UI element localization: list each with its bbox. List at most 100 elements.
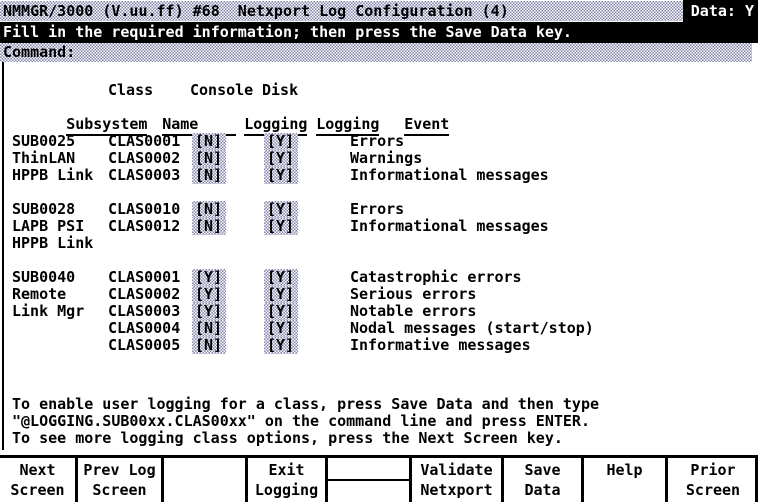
disk-logging-field[interactable]: [Y] — [264, 218, 298, 235]
event-description: Notable errors — [350, 302, 477, 320]
function-key-save-data[interactable]: Save Data — [504, 458, 584, 502]
console-logging-field[interactable]: [N] — [192, 218, 226, 235]
console-logging-field[interactable]: [N] — [192, 201, 226, 218]
disk-logging-field-value: [Y] — [267, 303, 295, 320]
function-key-label-line2 — [364, 480, 373, 500]
class-name-cell: CLAS0003 — [108, 166, 181, 184]
function-key-label-line1: Prev Log — [83, 461, 156, 479]
console-logging-field-value: [N] — [195, 201, 223, 218]
event-description: Nodal messages (start/stop) — [350, 319, 594, 337]
subsystem-name: HPPB Link — [12, 166, 94, 184]
event-description: Errors — [350, 200, 405, 218]
console-logging-field[interactable]: [N] — [192, 133, 226, 150]
class-name-cell: CLAS0001 — [108, 132, 181, 150]
disk-logging-field-value: [Y] — [267, 201, 295, 218]
class-name-cell: CLAS0005 — [108, 336, 181, 354]
function-key-next-screen[interactable]: Next Screen — [0, 458, 78, 502]
subsystem-name: ThinLAN — [12, 149, 76, 167]
event-description: Informational messages — [350, 166, 549, 184]
subsystem-name: SUB0025 — [12, 132, 76, 150]
function-key-label-line1 — [200, 460, 209, 480]
function-key-empty-3[interactable] — [164, 458, 248, 502]
disk-logging-field[interactable]: [Y] — [264, 201, 298, 218]
disk-logging-field[interactable]: [Y] — [264, 133, 298, 150]
function-key-bar: Next Screen Prev Log Screen Exit Logging Val… — [0, 455, 758, 502]
function-key-label-line2: Data — [524, 481, 561, 499]
status-message: Fill in the required information; then p… — [0, 22, 758, 43]
function-key-label-line2: Screen — [685, 481, 741, 499]
disk-logging-field-value: [Y] — [267, 286, 295, 303]
console-logging-field-value: [N] — [195, 218, 223, 235]
command-line[interactable]: Command: — [0, 43, 752, 62]
disk-logging-field-value: [Y] — [267, 218, 295, 235]
class-name-cell: CLAS0012 — [108, 217, 181, 235]
column-header-console-logging-line1: Console — [190, 81, 254, 99]
console-logging-field[interactable]: [Y] — [192, 269, 226, 286]
class-name-cell: CLAS0001 — [108, 268, 181, 286]
console-logging-field[interactable]: [Y] — [192, 286, 226, 303]
event-description: Informative messages — [350, 336, 531, 354]
function-key-prev-log-screen[interactable]: Prev Log Screen — [78, 458, 164, 502]
page-title: NMMGR/3000 (V.uu.ff) #68 Netxport Log Co… — [3, 2, 509, 20]
class-name-cell: CLAS0003 — [108, 302, 181, 320]
function-key-exit-logging[interactable]: Exit Logging — [248, 458, 328, 502]
data-status-badge: Data: Y — [682, 0, 758, 22]
subsystem-name: Link Mgr — [12, 302, 85, 320]
disk-logging-field[interactable]: [Y] — [264, 303, 298, 320]
console-logging-field[interactable]: [N] — [192, 337, 226, 354]
disk-logging-field[interactable]: [Y] — [264, 269, 298, 286]
subsystem-name: LAPB PSI — [12, 217, 85, 235]
event-description: Catastrophic errors — [350, 268, 522, 286]
class-name-cell: CLAS0004 — [108, 319, 181, 337]
console-logging-field-value: [Y] — [195, 303, 223, 320]
console-logging-field-value: [N] — [195, 133, 223, 150]
function-key-prior-screen[interactable]: Prior Screen — [668, 458, 758, 502]
function-key-label-line1: Next — [19, 461, 56, 479]
disk-logging-field[interactable]: [Y] — [264, 150, 298, 167]
disk-logging-field-value: [Y] — [267, 320, 295, 337]
terminal-screen: NMMGR/3000 (V.uu.ff) #68 Netxport Log Co… — [0, 0, 758, 502]
console-logging-field[interactable]: [N] — [192, 320, 226, 337]
subsystem-name: Remote — [12, 285, 67, 303]
subsystem-name: SUB0028 — [12, 200, 76, 218]
disk-logging-field[interactable]: [Y] — [264, 167, 298, 184]
function-key-label-line2: Screen — [92, 481, 147, 499]
disk-logging-field[interactable]: [Y] — [264, 286, 298, 303]
function-key-label-line2: Logging — [254, 481, 319, 499]
console-logging-field-value: [Y] — [195, 269, 223, 286]
function-key-label-line1: Validate — [420, 461, 493, 479]
data-status-badge-label: Data: Y — [690, 2, 754, 20]
disk-logging-field-value: [Y] — [267, 133, 295, 150]
disk-logging-field-value: [Y] — [267, 150, 295, 167]
disk-logging-field-value: [Y] — [267, 337, 295, 354]
class-name-cell: CLAS0010 — [108, 200, 181, 218]
column-header-class-name-line1: Class — [108, 81, 154, 99]
subsystem-name: SUB0040 — [12, 268, 76, 286]
title-bar: NMMGR/3000 (V.uu.ff) #68 Netxport Log Co… — [0, 0, 758, 22]
function-key-label-line1: Save — [524, 461, 561, 479]
function-key-empty-5[interactable] — [328, 458, 412, 502]
form-area: Subsystem Class Name Console Logging Dis… — [0, 62, 758, 450]
disk-logging-field-value: [Y] — [267, 269, 295, 286]
function-key-label-line1: Help — [606, 461, 643, 479]
disk-logging-field[interactable]: [Y] — [264, 320, 298, 337]
left-border-rail — [2, 62, 4, 450]
subsystem-name: HPPB Link — [12, 234, 94, 252]
disk-logging-field[interactable]: [Y] — [264, 337, 298, 354]
footnote-line: To see more logging class options, press… — [12, 429, 563, 447]
function-key-validate-netxport[interactable]: Validate Netxport — [412, 458, 504, 502]
function-key-label-line1 — [364, 460, 373, 480]
console-logging-field-value: [Y] — [195, 286, 223, 303]
console-logging-field[interactable]: [N] — [192, 167, 226, 184]
class-name-cell: CLAS0002 — [108, 285, 181, 303]
column-header-disk-logging-line1: Disk — [262, 81, 299, 99]
function-key-list: Next Screen Prev Log Screen Exit Logging Val… — [0, 458, 758, 502]
console-logging-field-value: [N] — [195, 320, 223, 337]
console-logging-field-value: [N] — [195, 150, 223, 167]
event-description: Errors — [350, 132, 405, 150]
console-logging-field[interactable]: [Y] — [192, 303, 226, 320]
function-key-label-line2: Screen — [10, 481, 65, 499]
function-key-help[interactable]: Help — [584, 458, 668, 502]
class-name-cell: CLAS0002 — [108, 149, 181, 167]
console-logging-field[interactable]: [N] — [192, 150, 226, 167]
